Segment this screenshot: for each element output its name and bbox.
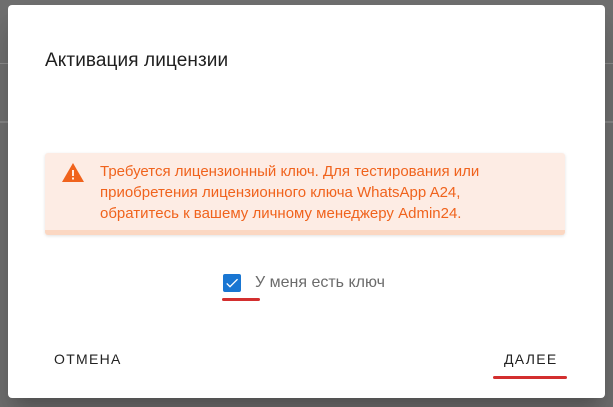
alert-line: Требуется лицензионный ключ. Для тестиро… (100, 163, 480, 180)
next-button-highlight-underline (493, 376, 567, 379)
alert-line: обратитесь к вашему личному менеджеру Ad… (100, 205, 462, 222)
license-activation-dialog: Активация лицензии Требуется лицензионны… (8, 5, 605, 398)
alert-line: приобретения лицензионного ключа WhatsAp… (100, 184, 461, 201)
have-key-checkbox[interactable] (223, 274, 241, 292)
checkbox-highlight-underline (222, 298, 260, 301)
next-button[interactable]: ДАЛЕЕ (504, 351, 558, 367)
warning-alert: Требуется лицензионный ключ. Для тестиро… (45, 153, 565, 235)
dialog-title: Активация лицензии (45, 50, 229, 71)
warning-icon (61, 161, 85, 185)
alert-message: Требуется лицензионный ключ. Для тестиро… (100, 161, 550, 224)
have-key-label[interactable]: У меня есть ключ (255, 274, 385, 292)
check-icon (226, 278, 238, 288)
cancel-button[interactable]: ОТМЕНА (54, 351, 122, 367)
